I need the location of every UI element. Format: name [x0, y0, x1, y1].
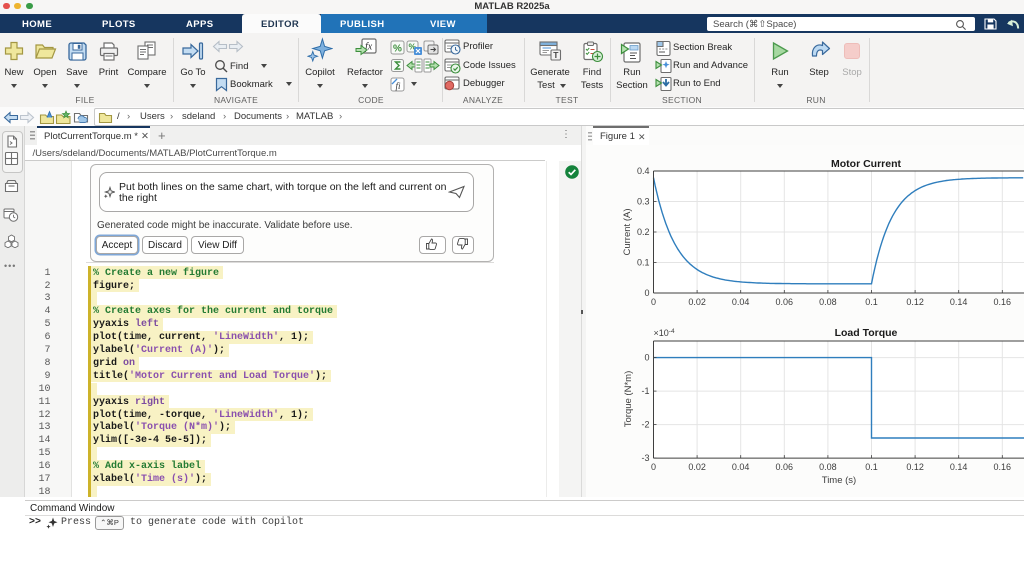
svg-text:0.1: 0.1: [637, 258, 650, 268]
svg-text:-3: -3: [641, 453, 649, 463]
svg-text:Time (s): Time (s): [822, 475, 856, 486]
svg-text:%: %: [393, 43, 402, 54]
svg-text:Load Torque: Load Torque: [835, 327, 898, 339]
svg-text:0.16: 0.16: [994, 297, 1012, 307]
svg-text:0.3: 0.3: [637, 197, 650, 207]
svg-text:0.06: 0.06: [776, 462, 794, 472]
svg-text:-2: -2: [641, 420, 649, 430]
svg-text:0.04: 0.04: [732, 297, 750, 307]
svg-text:fi: fi: [395, 81, 401, 91]
svg-text:Torque (N*m): Torque (N*m): [623, 371, 634, 428]
svg-text:0.14: 0.14: [950, 297, 968, 307]
svg-text:0.08: 0.08: [819, 462, 837, 472]
svg-text:0.4: 0.4: [637, 166, 650, 176]
svg-text:0.02: 0.02: [688, 297, 706, 307]
svg-text:Current (A): Current (A): [622, 209, 633, 256]
svg-text:0.12: 0.12: [906, 297, 924, 307]
svg-text:0.14: 0.14: [950, 462, 968, 472]
svg-text:Motor Current: Motor Current: [831, 158, 901, 170]
svg-text:T: T: [553, 50, 559, 60]
svg-text:0: 0: [644, 353, 649, 363]
svg-text:0.02: 0.02: [688, 462, 706, 472]
svg-text:0.12: 0.12: [906, 462, 924, 472]
svg-text:0.04: 0.04: [732, 462, 750, 472]
svg-text:0.06: 0.06: [776, 297, 794, 307]
svg-text:0: 0: [651, 297, 656, 307]
svg-text:0.1: 0.1: [865, 462, 878, 472]
svg-text:-1: -1: [641, 386, 649, 396]
svg-text:0: 0: [651, 462, 656, 472]
svg-text:0.1: 0.1: [865, 297, 878, 307]
svg-text:×10-4: ×10-4: [654, 328, 675, 338]
svg-text:0.2: 0.2: [637, 227, 650, 237]
svg-text:0.08: 0.08: [819, 297, 837, 307]
svg-text:0.16: 0.16: [994, 462, 1012, 472]
svg-text:0: 0: [644, 288, 649, 298]
